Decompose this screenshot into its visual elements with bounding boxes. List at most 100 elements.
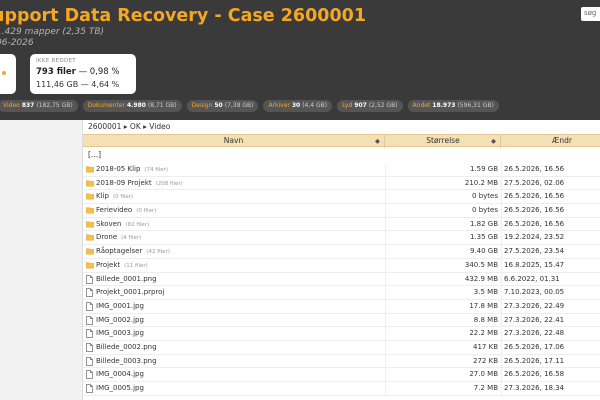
row-name[interactable]: IMG_0002.jpg — [96, 314, 144, 327]
category-andet[interactable]: Andet 18.973 (596,31 GB) — [407, 100, 499, 112]
row-file-count: (0 filer) — [112, 194, 134, 201]
category-lyd[interactable]: Lyd 907 (2,52 GB) — [337, 100, 403, 112]
row-modified: 27.5.2026, 23.54 — [504, 247, 565, 256]
row-name[interactable]: Klip (0 filer) — [96, 190, 133, 204]
folder-row[interactable]: 2018-09 Projekt (208 filer) 210.2 MB 27.5.2… — [83, 176, 600, 191]
column-divider — [501, 368, 502, 382]
search-input[interactable]: søg — [581, 7, 600, 21]
folder-row[interactable]: Drone (4 filer) 1.35 GB 19.2.2024, 23.52 — [83, 231, 600, 246]
row-name[interactable]: 2018-09 Projekt (208 filer) — [96, 177, 183, 191]
row-modified: 7.10.2023, 00.05 — [504, 288, 565, 297]
row-name[interactable]: Råoptagelser (42 filer) — [96, 245, 170, 259]
folder-row[interactable]: Skoven (82 filer) 1.82 GB 26.5.2026, 16.56 — [83, 217, 600, 232]
parent-folder-link[interactable]: [...] — [88, 150, 101, 159]
row-name-text: IMG_0002.jpg — [96, 315, 144, 324]
column-header-modified[interactable]: Ændr — [502, 135, 600, 148]
row-name-text: IMG_0005.jpg — [96, 384, 144, 392]
folder-row[interactable]: Råoptagelser (42 filer) 9.40 GB 27.5.2026, … — [83, 245, 600, 259]
row-modified: 27.3.2026, 22.41 — [504, 315, 565, 324]
row-size: 27.0 MB — [469, 370, 498, 379]
row-name-text: Billede_0001.png — [96, 274, 157, 283]
file-row[interactable]: Billede_0001.png 432.9 MB 6.6.2022, 01.31 — [83, 272, 600, 287]
row-name[interactable]: 2018-05 Klip (74 filer) — [96, 163, 168, 177]
row-name[interactable]: IMG_0005.jpg — [96, 382, 144, 395]
folder-icon — [86, 179, 94, 188]
row-size: 1.82 GB — [469, 219, 498, 228]
file-row[interactable]: IMG_0004.jpg 27.0 MB 26.5.2026, 16.58 — [83, 368, 600, 382]
category-design[interactable]: Design 50 (7,38 GB) — [186, 100, 259, 112]
app-header: upport Data Recovery - Case 2600001 1.42… — [0, 0, 600, 120]
folder-icon — [86, 192, 94, 201]
row-name-text: IMG_0003.jpg — [96, 329, 144, 338]
folder-icon — [86, 247, 94, 256]
column-divider — [501, 258, 502, 272]
row-name[interactable]: Billede_0001.png — [96, 273, 157, 286]
folder-row[interactable]: Klip (0 filer) 0 bytes 26.5.2026, 16.56 — [83, 190, 600, 205]
file-icon — [86, 356, 94, 366]
file-row[interactable]: IMG_0001.jpg 17.8 MB 27.3.2026, 22.49 — [83, 299, 600, 314]
row-name-text: Klip — [96, 192, 109, 201]
category-arkiver[interactable]: Arkiver 30 (4,4 GB) — [263, 100, 333, 112]
category-dokumenter[interactable]: Dokumenter 4.980 (8,71 GB) — [82, 100, 182, 112]
row-name-text: Billede_0002.png — [96, 342, 157, 351]
file-icon — [86, 384, 94, 393]
row-file-count: (208 filer) — [155, 180, 183, 187]
row-file-count: (82 filer) — [125, 221, 150, 228]
row-modified: 6.6.2022, 01.31 — [504, 274, 560, 283]
row-size: 417 KB — [473, 342, 498, 351]
row-name[interactable]: Ferievideo (0 filer) — [96, 204, 156, 218]
file-row[interactable]: Billede_0003.png 272 KB 26.5.2026, 17.11 — [83, 354, 600, 369]
category-video[interactable]: Video 837 (182,75 GB) — [0, 100, 78, 112]
row-name-text: 2018-05 Klip — [96, 165, 141, 173]
sort-icon[interactable]: ◆ — [491, 135, 496, 147]
row-name-text: IMG_0004.jpg — [96, 370, 144, 379]
file-row[interactable]: IMG_0005.jpg 7.2 MB 27.3.2026, 18.34 — [83, 382, 600, 396]
file-row[interactable]: IMG_0002.jpg 8.8 MB 27.3.2026, 22.41 — [83, 313, 600, 328]
column-divider — [501, 286, 502, 300]
file-row[interactable]: Billede_0002.png 417 KB 26.5.2026, 17.06 — [83, 340, 600, 355]
row-size: 340.5 MB — [464, 260, 498, 269]
folder-row[interactable]: Ferievideo (0 filer) 0 bytes 26.5.2026, 16.… — [83, 204, 600, 218]
card-label: IKKE REDDET — [36, 58, 76, 64]
row-name-text: Ferievideo — [96, 206, 133, 215]
row-modified: 27.3.2026, 18.34 — [504, 384, 565, 392]
folder-summary: 1.429 mapper (2,35 TB) — [0, 27, 105, 37]
row-file-count: (42 filer) — [146, 249, 170, 256]
row-name-text: Projekt — [96, 260, 121, 269]
file-icon — [86, 370, 94, 380]
folder-icon — [86, 233, 94, 242]
card-files-count: 793 filer — [36, 67, 76, 77]
column-divider — [501, 163, 502, 176]
row-size: 7.2 MB — [473, 384, 498, 392]
row-name[interactable]: Drone (4 filer) — [96, 231, 141, 245]
row-name[interactable]: Projekt (11 filer) — [96, 259, 148, 273]
row-name[interactable]: IMG_0003.jpg — [96, 327, 144, 340]
page-title: upport Data Recovery - Case 2600001 — [0, 6, 366, 26]
row-name-text: 2018-09 Projekt — [96, 178, 152, 187]
file-icon — [86, 302, 94, 311]
column-header-name[interactable]: Navn ◆ — [83, 135, 385, 148]
row-name[interactable]: IMG_0004.jpg — [96, 368, 144, 381]
column-header-size[interactable]: Størrelse ◆ — [386, 135, 501, 148]
row-name[interactable]: IMG_0001.jpg — [96, 300, 144, 313]
row-modified: 27.3.2026, 22.48 — [504, 329, 565, 338]
column-divider — [501, 176, 502, 190]
column-divider — [501, 204, 502, 218]
row-size: 272 KB — [473, 356, 498, 365]
sort-icon[interactable]: ◆ — [375, 135, 380, 147]
file-icon — [86, 315, 94, 325]
row-size: 3.5 MB — [473, 288, 498, 297]
row-name-text: Drone — [96, 233, 118, 242]
file-row[interactable]: Projekt_0001.prproj 3.5 MB 7.10.2023, 00.0… — [83, 286, 600, 300]
breadcrumb[interactable]: 2600001 ▸ OK ▸ Video — [83, 120, 600, 133]
row-name[interactable]: Skoven (82 filer) — [96, 218, 149, 232]
row-name[interactable]: Billede_0003.png — [96, 355, 157, 368]
case-date: 06-2026 — [0, 38, 34, 48]
row-name[interactable]: Billede_0002.png — [96, 341, 157, 354]
row-name[interactable]: Projekt_0001.prproj — [96, 286, 164, 299]
file-row[interactable]: IMG_0003.jpg 22.2 MB 27.3.2026, 22.48 — [83, 327, 600, 341]
folder-row[interactable]: Projekt (11 filer) 340.5 MB 16.8.2025, 15.4… — [83, 258, 600, 273]
folder-icon — [86, 220, 94, 229]
folder-row[interactable]: 2018-05 Klip (74 filer) 1.59 GB 26.5.2026, … — [83, 163, 600, 177]
column-divider — [501, 354, 502, 368]
